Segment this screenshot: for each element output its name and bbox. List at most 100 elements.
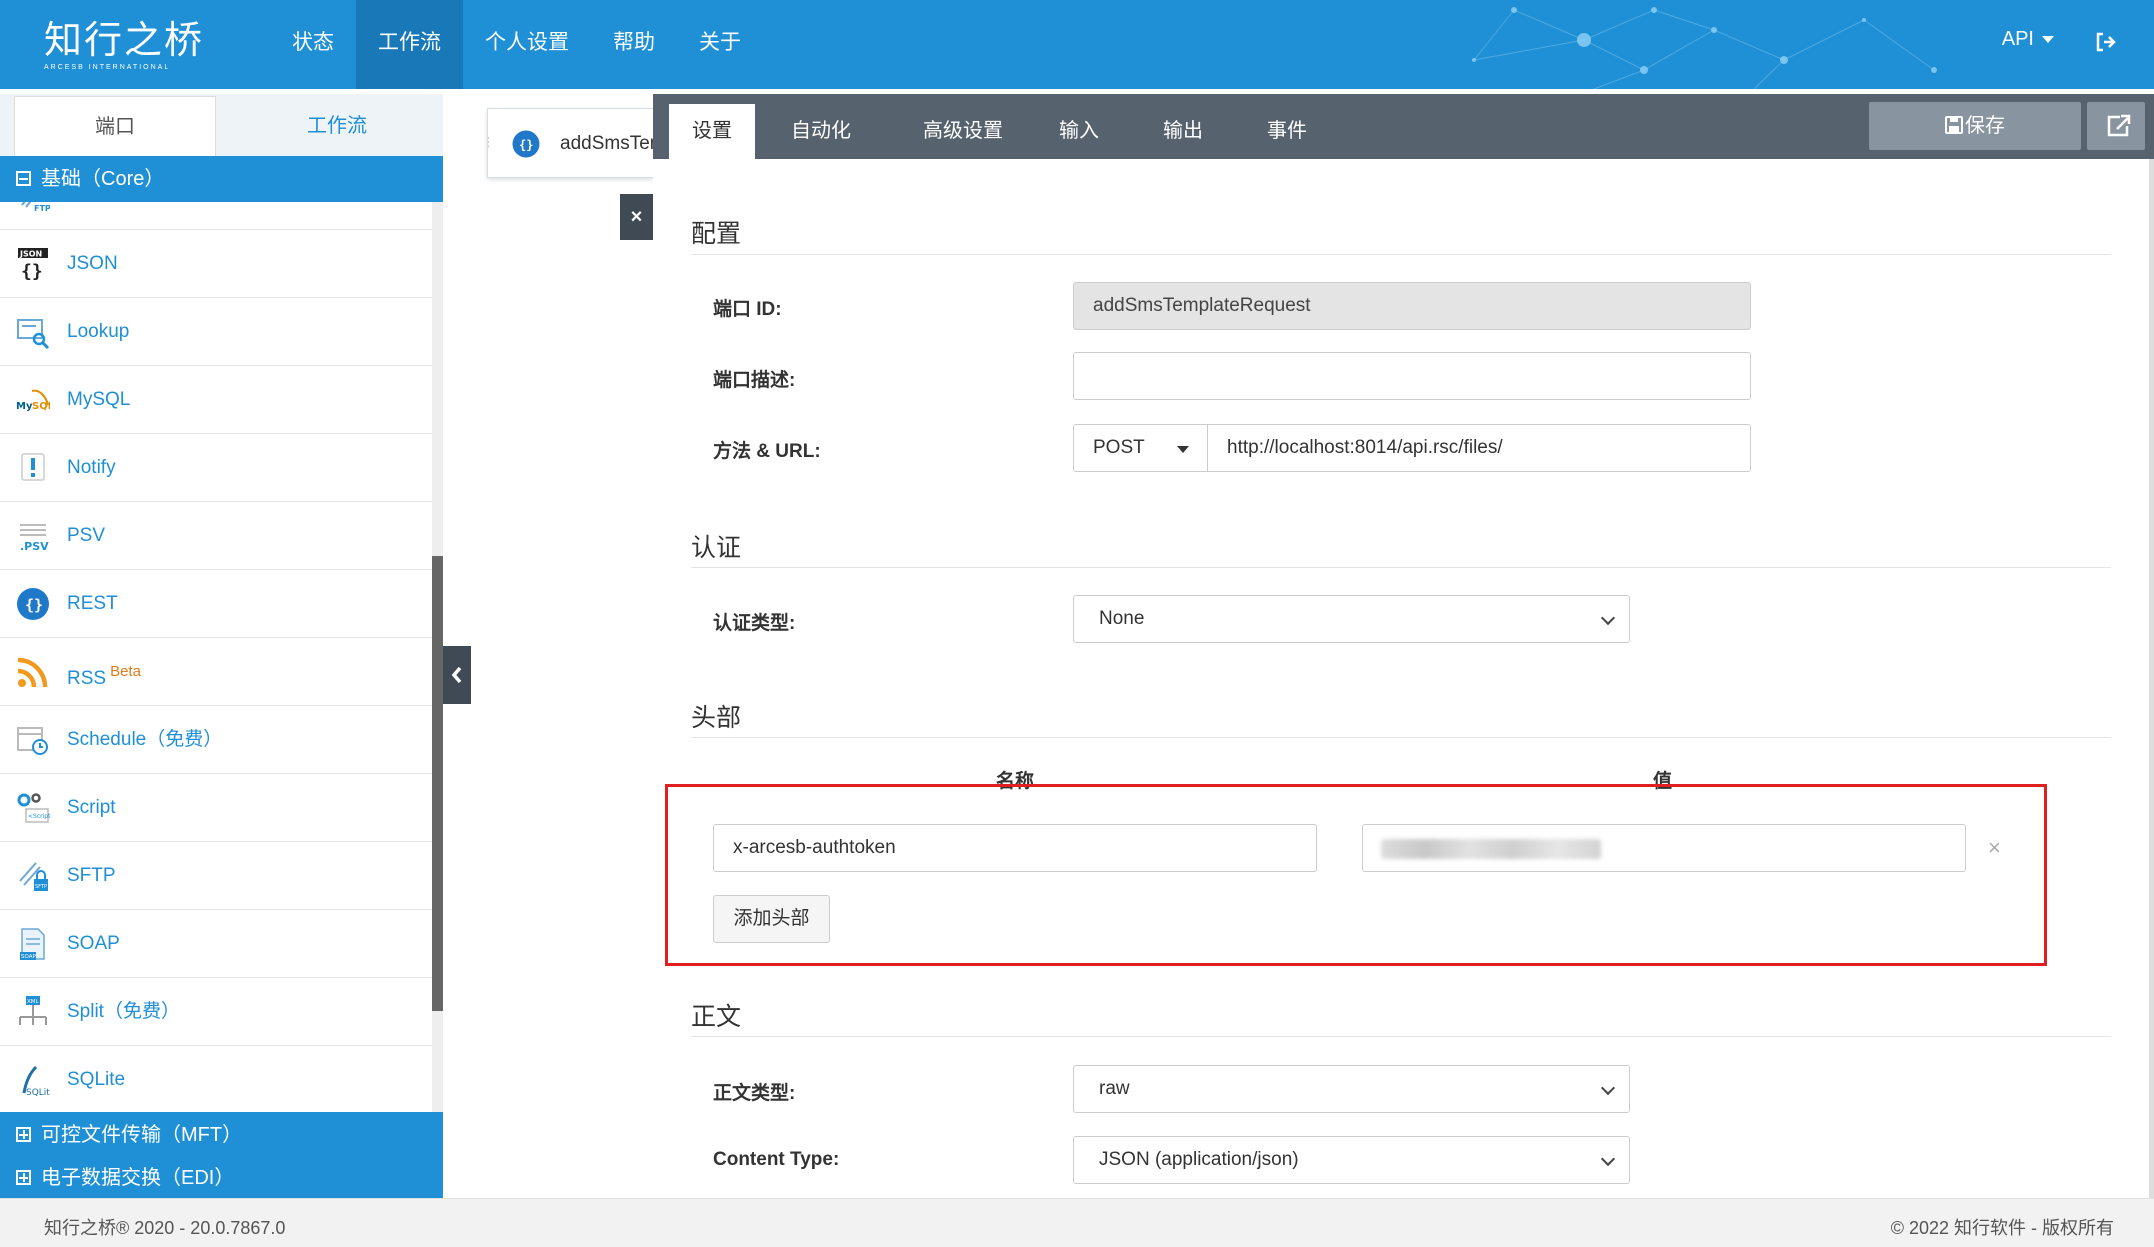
header-name-input[interactable]: x-arcesb-authtoken [713,824,1317,872]
connector-item-script[interactable]: <Script> Script [0,774,432,842]
connector-list: FTP FTP JSON {} JSON Lookup [0,202,432,1112]
chevron-down-icon [1600,610,1616,626]
footer-copyright: © 2022 知行软件 - 版权所有 [1890,1218,2114,1238]
content-scrollbar[interactable] [2149,159,2154,1198]
connector-label: REST [67,593,118,614]
close-tab-button[interactable]: × [620,194,653,240]
connector-item-sqlite[interactable]: SQLite SQLite [0,1046,432,1112]
content-type-label: Content Type: [713,1149,840,1170]
nav-item-profile[interactable]: 个人设置 [463,0,591,89]
logo-text-en: ARCESB INTERNATIONAL [44,64,171,71]
connector-item-mysql[interactable]: My SQL MySQL [0,366,432,434]
nav-item-status[interactable]: 状态 [270,0,356,89]
save-label: 保存 [1965,115,2005,137]
tab-events[interactable]: 事件 [1257,104,1317,159]
connector-item-soap[interactable]: SOAP SOAP [0,910,432,978]
mysql-icon: My SQL [16,389,50,412]
auth-type-select[interactable]: None [1073,595,1630,643]
connector-label: Split（免费） [67,1001,180,1022]
tab-settings[interactable]: 设置 [669,104,755,159]
app-logo[interactable]: 知行之桥 ARCESB INTERNATIONAL [44,20,204,71]
port-description-label: 端口描述: [713,370,796,391]
caret-down-icon [2042,36,2054,44]
connector-item-psv[interactable]: .PSV PSV [0,502,432,570]
svg-text:{}: {} [25,596,43,614]
sidebar-tabs: 端口 工作流 [0,94,443,156]
connector-item-ftp[interactable]: FTP FTP [0,202,432,230]
external-link-icon [2107,114,2131,137]
svg-text:SQLite: SQLite [26,1088,50,1097]
caret-down-icon [1177,446,1189,453]
connector-label: MySQL [67,389,131,410]
connector-label: Notify [67,457,116,478]
tab-output[interactable]: 输出 [1153,104,1213,159]
chevron-down-icon [1600,1080,1616,1096]
port-id-label: 端口 ID: [713,299,782,320]
svg-text:{}: {} [519,138,533,152]
rest-icon: {} [512,130,540,158]
settings-tabbar: 设置 自动化 高级设置 输入 输出 事件 保存 [653,94,2154,159]
svg-text:{}: {} [21,261,43,281]
drag-handle-icon[interactable]: ⋮ [488,135,496,151]
group-edi-label: 电子数据交换（EDI） [41,1167,235,1189]
collapse-sidebar-button[interactable] [443,646,471,704]
script-icon: <Script> [17,793,50,823]
tab-workflows[interactable]: 工作流 [236,96,438,156]
connector-item-split[interactable]: XML Split（免费） [0,978,432,1046]
tab-ports[interactable]: 端口 [14,96,216,156]
url-input[interactable]: http://localhost:8014/api.rsc/files/ [1207,424,1751,472]
connector-item-notify[interactable]: Notify [0,434,432,502]
connector-label: SOAP [67,933,120,954]
main-nav: 状态 工作流 个人设置 帮助 关于 [270,0,763,89]
svg-text:SOAP: SOAP [21,954,36,960]
svg-text:.PSV: .PSV [20,540,49,553]
connector-item-schedule[interactable]: Schedule（免费） [0,706,432,774]
section-title-body: 正文 [691,1003,742,1031]
body-type-select[interactable]: raw [1073,1065,1630,1113]
connector-item-rss[interactable]: RSS Beta [0,638,432,706]
logo-text-cn: 知行之桥 [44,20,205,62]
save-button[interactable]: 保存 [1869,102,2081,150]
rest-icon: {} [17,588,49,620]
group-edi-header[interactable]: 电子数据交换（EDI） [0,1158,443,1198]
open-tab-label: addSmsTemplateRequest [560,133,654,154]
highlight-box [665,784,2047,966]
svg-text:<Script>: <Script> [28,813,50,820]
logout-icon[interactable] [2094,30,2118,54]
save-icon [1945,116,1963,134]
open-port-tab[interactable]: ⋮ {} addSmsTemplateRequest [487,108,654,178]
port-settings-panel: 设置 自动化 高级设置 输入 输出 事件 保存 配置 端口 ID: addSms… [653,94,2154,1198]
lookup-icon [17,319,50,349]
connector-label: JSON [67,253,118,274]
group-mft-header[interactable]: 可控文件传输（MFT） [0,1112,443,1158]
chevron-left-icon [451,666,462,684]
connector-item-json[interactable]: JSON {} JSON [0,230,432,298]
nav-item-workflow[interactable]: 工作流 [356,0,463,89]
chevron-down-icon [1600,1151,1616,1167]
connector-item-sftp[interactable]: SFTP SFTP [0,842,432,910]
connector-label: Script [67,797,116,818]
method-select[interactable]: POST [1073,424,1208,472]
header-value-input[interactable] [1362,824,1966,872]
nav-item-help[interactable]: 帮助 [591,0,677,89]
content-type-select[interactable]: JSON (application/json) [1073,1136,1630,1184]
connector-item-lookup[interactable]: Lookup [0,298,432,366]
group-core-label: 基础（Core） [41,168,165,190]
remove-header-icon[interactable]: × [1988,835,2001,861]
group-core-header[interactable]: 基础（Core） [0,156,443,202]
svg-text:XML: XML [27,999,40,1005]
divider [691,254,2111,255]
sidebar-scroll-thumb[interactable] [432,556,443,1011]
add-header-button[interactable]: 添加头部 [713,895,830,943]
api-dropdown-label: API [2001,28,2034,50]
tab-advanced[interactable]: 高级设置 [903,104,1023,159]
sftp-icon: SFTP [19,862,48,891]
tab-automation[interactable]: 自动化 [771,104,871,159]
psv-icon: .PSV [20,524,49,553]
tab-input[interactable]: 输入 [1049,104,1109,159]
nav-item-about[interactable]: 关于 [677,0,763,89]
connector-item-rest[interactable]: {} REST [0,570,432,638]
open-external-button[interactable] [2087,102,2145,150]
api-dropdown[interactable]: API [2002,28,2054,51]
port-description-field[interactable] [1073,352,1751,400]
